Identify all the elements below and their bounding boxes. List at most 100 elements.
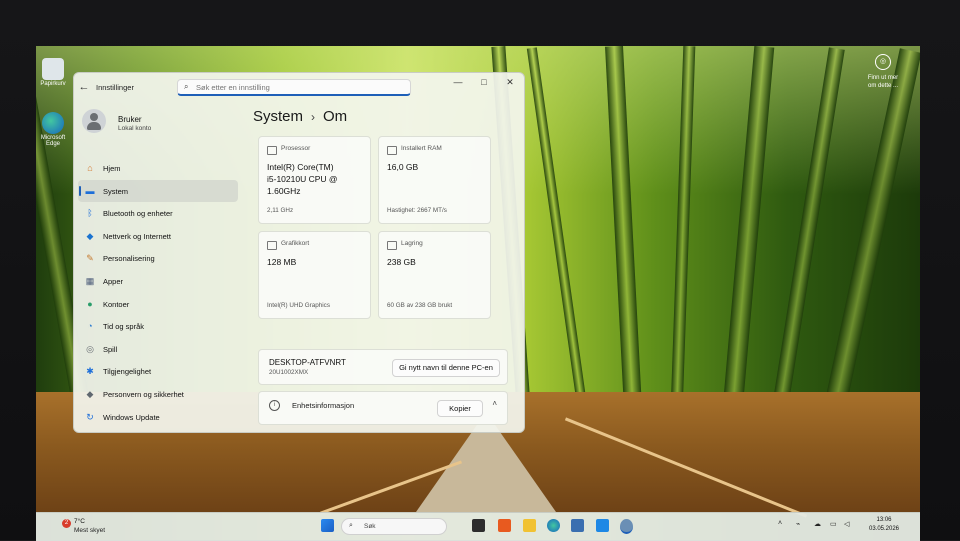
sidebar-item-apper[interactable]: ▦ Apper [78, 270, 238, 293]
sidebar-item-system[interactable]: ▬ System [78, 179, 238, 203]
brush-icon: ✎ [86, 253, 94, 264]
search-icon: ⌕ [349, 522, 353, 529]
sidebar-item-spill[interactable]: ◎ Spill [78, 338, 238, 361]
camera-icon: ◎ [875, 54, 891, 70]
account-icon: ● [87, 298, 93, 309]
back-arrow-icon[interactable]: ← [78, 81, 90, 93]
volume-icon[interactable]: ◁ [844, 520, 849, 528]
app-icon[interactable] [498, 519, 511, 532]
taskbar-search[interactable]: ⌕ Søk [341, 518, 447, 535]
settings-search-box[interactable]: ⌕ [177, 79, 411, 96]
spec-card-processor: Prosessor Intel(R) Core(TM) i5-10210U CP… [258, 136, 371, 224]
memory-icon [387, 146, 397, 155]
sidebar-item-label: Personalisering [103, 254, 155, 264]
spec-subtext: 60 GB av 238 GB brukt [387, 302, 453, 309]
spec-label: Prosessor [281, 145, 311, 152]
desktop-icon-edge[interactable]: Microsoft Edge [38, 112, 68, 147]
spec-subtext: Intel(R) UHD Graphics [267, 302, 330, 309]
sidebar-item-label: Personvern og sikkerhet [103, 389, 184, 399]
shield-icon: ◆ [86, 388, 94, 399]
sidebar-item-label: System [103, 186, 129, 196]
clock-time: 13:06 [876, 517, 892, 523]
spec-value: 16,0 GB [387, 162, 419, 172]
sidebar-item-windows-update[interactable]: ↻ Windows Update [78, 406, 238, 429]
sidebar-item-label: Kontoer [103, 299, 130, 309]
title-bar: ← Innstillinger ⌕ — □ ✕ [74, 73, 524, 103]
mail-icon[interactable] [596, 519, 609, 532]
rename-pc-button[interactable]: Gi nytt navn til denne PC-en [392, 359, 500, 377]
chevron-up-icon[interactable]: ˄ [778, 520, 782, 527]
device-info-row[interactable]: i Enhetsinformasjon Kopier ˄ [258, 391, 508, 425]
sidebar-item-tid-og-spr-k[interactable]: ◔ Tid og språk [78, 315, 238, 338]
spec-subtext: Hastighet: 2667 MT/s [387, 207, 447, 214]
widget-line-1: Finn ut mer [867, 75, 899, 81]
breadcrumb-parent[interactable]: System [253, 108, 303, 125]
start-button-windows-icon[interactable] [321, 519, 334, 532]
file-explorer-icon[interactable] [523, 519, 536, 532]
sidebar-item-personalisering[interactable]: ✎ Personalisering [78, 247, 238, 270]
task-view-icon[interactable] [472, 519, 485, 532]
globe-clock-icon: ◔ [87, 321, 93, 332]
sidebar-item-bluetooth-og-enheter[interactable]: ᛒ Bluetooth og enheter [78, 202, 238, 225]
breadcrumb-separator: › [311, 110, 316, 124]
sidebar-item-nettverk-og-internett[interactable]: ◆ Nettverk og Internett [78, 225, 238, 248]
cpu-icon [267, 146, 277, 155]
store-icon[interactable] [571, 519, 584, 532]
desktop-icon-recycle-bin[interactable]: Papirkurv [38, 58, 68, 87]
edge-icon[interactable] [547, 519, 560, 532]
avatar [82, 109, 106, 133]
cloud-icon[interactable]: ☁ [814, 520, 821, 528]
sidebar-item-label: Bluetooth og enheter [103, 209, 173, 219]
search-input[interactable] [196, 82, 396, 92]
spec-subtext: 2,11 GHz [267, 207, 294, 214]
desktop-icon-label: Microsoft Edge [40, 135, 66, 147]
sidebar-item-kontoer[interactable]: ● Kontoer [78, 293, 238, 316]
accessibility-icon: ✱ [86, 366, 94, 377]
maximize-button[interactable]: □ [477, 77, 491, 87]
bluetooth-icon: ᛒ [87, 208, 93, 219]
clock[interactable]: 13:06 03.05.2026 [864, 516, 904, 534]
update-icon: ↻ [86, 411, 94, 422]
app-title: Innstillinger [96, 83, 134, 92]
device-info-label: Enhetsinformasjon [292, 401, 355, 410]
copy-button[interactable]: Kopier [437, 400, 483, 417]
storage-icon [387, 241, 397, 250]
edge-icon [42, 112, 64, 134]
minimize-button[interactable]: — [451, 77, 465, 87]
spec-value: 128 MB [267, 257, 297, 267]
sidebar-item-label: Spill [103, 344, 118, 354]
breadcrumb: System › Om [253, 108, 347, 125]
sidebar-nav: ⌂ Hjem ▬ System ᛒ Bluetooth og enheter ◆ Nettve… [78, 157, 238, 428]
sidebar-item-label: Hjem [103, 164, 121, 173]
spec-value-line: 1.60GHz [267, 186, 301, 196]
recycle-bin-icon [42, 58, 64, 80]
gamepad-icon: ◎ [86, 343, 94, 354]
sidebar-item-label: Windows Update [103, 412, 160, 422]
settings-gear-icon[interactable] [620, 519, 633, 534]
info-icon: i [269, 400, 280, 411]
home-icon: ⌂ [87, 163, 93, 173]
spec-label: Lagring [401, 240, 423, 247]
spec-label: Grafikkort [281, 240, 310, 247]
clock-date: 03.05.2026 [868, 526, 900, 532]
device-name: DESKTOP-ATFVNRT [269, 358, 346, 367]
desktop-icon-label: Papirkurv [40, 81, 66, 87]
spec-card-storage: Lagring 238 GB 60 GB av 238 GB brukt [378, 231, 491, 319]
spec-value: 238 GB [387, 257, 416, 267]
spotlight-widget[interactable]: ◎ Finn ut mer om dette ... [858, 54, 908, 90]
sidebar-item-label: Apper [103, 276, 124, 286]
settings-window: ← Innstillinger ⌕ — □ ✕ Bruker Lokal kon… [73, 72, 525, 433]
sidebar-item-tilgjengelighet[interactable]: ✱ Tilgjengelighet [78, 360, 238, 383]
notification-badge: 2 [62, 519, 71, 528]
spec-card-ram: Installert RAM 16,0 GB Hastighet: 2667 M… [378, 136, 491, 224]
sidebar-item-label: Nettverk og Internett [103, 231, 171, 241]
network-icon[interactable]: ⌁ [796, 520, 800, 528]
sidebar-item-personvern-og-sikkerhet[interactable]: ◆ Personvern og sikkerhet [78, 383, 238, 406]
sidebar-item-hjem[interactable]: ⌂ Hjem [78, 157, 238, 180]
battery-icon[interactable]: ▭ [830, 520, 837, 528]
close-button[interactable]: ✕ [503, 77, 517, 88]
taskbar-search-label: Søk [364, 523, 376, 530]
monitor-icon: ▬ [85, 185, 95, 196]
spec-label: Installert RAM [401, 145, 442, 152]
chevron-up-icon[interactable]: ˄ [492, 399, 497, 408]
